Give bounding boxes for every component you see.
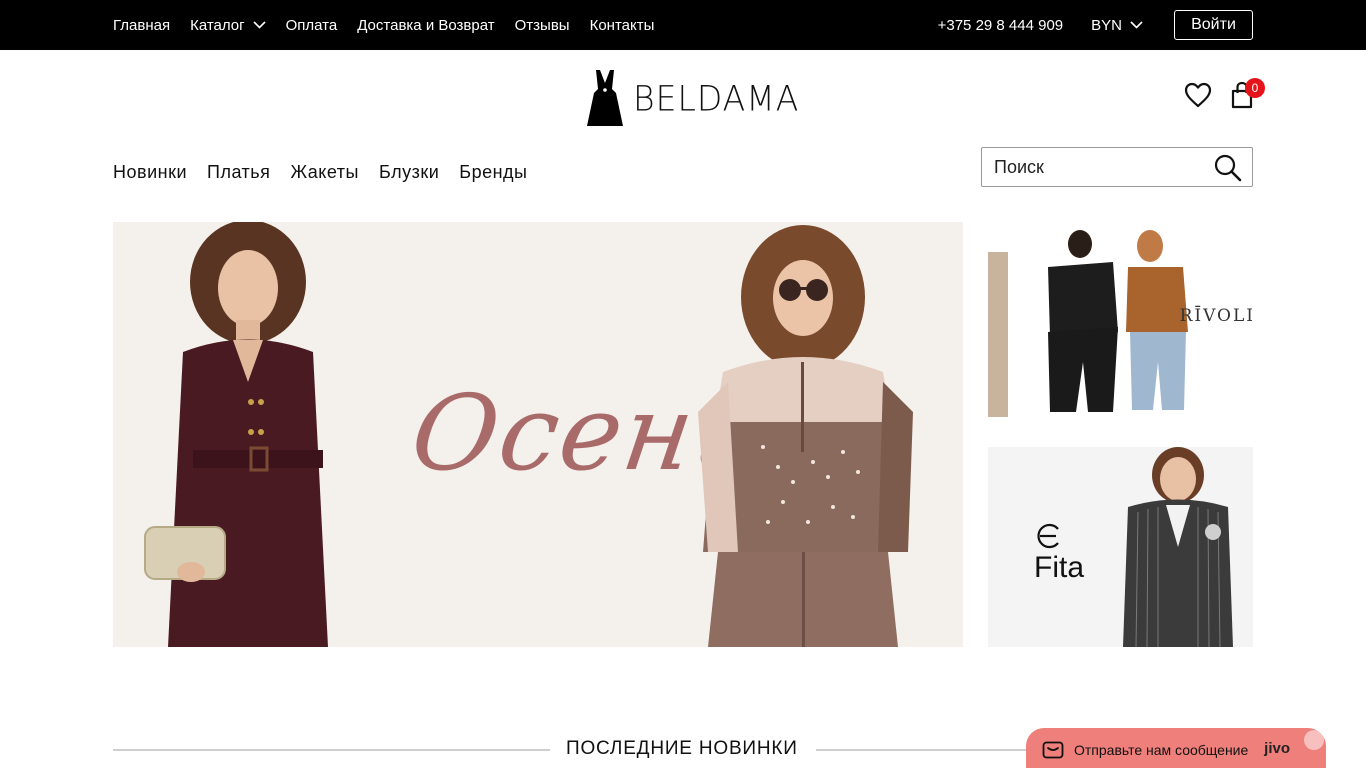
nav-jackets[interactable]: Жакеты xyxy=(290,162,359,183)
top-nav-catalog-label: Каталог xyxy=(190,16,245,34)
brand-banner-fita[interactable]: Fita xyxy=(988,447,1253,647)
chevron-down-icon xyxy=(253,21,266,29)
nav-new[interactable]: Новинки xyxy=(113,162,187,183)
model-right-image xyxy=(698,225,913,647)
chat-widget[interactable]: Отправьте нам сообщение jivo xyxy=(1026,728,1326,768)
search-input[interactable] xyxy=(982,149,1202,185)
top-nav-catalog[interactable]: Каталог xyxy=(190,17,266,34)
nav-blouses[interactable]: Блузки xyxy=(379,162,439,183)
divider-left xyxy=(113,749,550,751)
rivoli-brand-text: RĪVOLI xyxy=(1179,306,1253,326)
model-left-image xyxy=(144,222,328,647)
nav-dresses[interactable]: Платья xyxy=(207,162,270,183)
top-nav-delivery[interactable]: Доставка и Возврат xyxy=(357,17,494,34)
phone-link[interactable]: +375 29 8 444 909 xyxy=(938,17,1064,34)
nav-brands[interactable]: Бренды xyxy=(459,162,527,183)
chat-status-dot xyxy=(1304,730,1324,750)
chevron-down-icon xyxy=(1130,21,1143,29)
top-bar: Главная Каталог Оплата Доставка и Возвра… xyxy=(0,0,1366,50)
top-nav-home[interactable]: Главная xyxy=(113,17,170,34)
search-box xyxy=(981,147,1253,187)
brand-banner-rivoli[interactable]: RĪVOLI xyxy=(988,222,1253,422)
fita-logo-icon xyxy=(1037,523,1059,549)
top-nav-reviews[interactable]: Отзывы xyxy=(515,17,570,34)
dress-logo-icon xyxy=(587,70,623,126)
logo-text: BELDAMA xyxy=(633,77,800,119)
header-icons: 0 xyxy=(1184,78,1265,110)
heart-icon[interactable] xyxy=(1184,82,1212,108)
cart-button[interactable]: 0 xyxy=(1230,78,1265,110)
fita-model-image xyxy=(1123,447,1233,647)
search-icon[interactable] xyxy=(1214,154,1242,182)
fita-brand-text: Fita xyxy=(1034,551,1085,584)
section-title: ПОСЛЕДНИЕ НОВИНКИ xyxy=(566,738,798,759)
cart-count-badge: 0 xyxy=(1245,78,1265,98)
chat-brand-logo: jivo xyxy=(1264,740,1290,757)
currency-value: BYN xyxy=(1091,16,1122,34)
hero-banner[interactable]: Осень xyxy=(113,222,963,647)
top-bar-right: +375 29 8 444 909 BYN Войти xyxy=(938,0,1253,50)
logo[interactable]: BELDAMA xyxy=(587,69,799,127)
message-icon xyxy=(1042,741,1064,759)
chat-label: Отправьте нам сообщение xyxy=(1074,742,1249,758)
top-nav-contacts[interactable]: Контакты xyxy=(590,17,655,34)
top-nav: Главная Каталог Оплата Доставка и Возвра… xyxy=(113,0,654,50)
top-nav-payment[interactable]: Оплата xyxy=(286,17,338,34)
login-button[interactable]: Войти xyxy=(1174,10,1253,40)
currency-select[interactable]: BYN xyxy=(1091,17,1143,34)
main-nav: Новинки Платья Жакеты Блузки Бренды xyxy=(113,158,527,186)
